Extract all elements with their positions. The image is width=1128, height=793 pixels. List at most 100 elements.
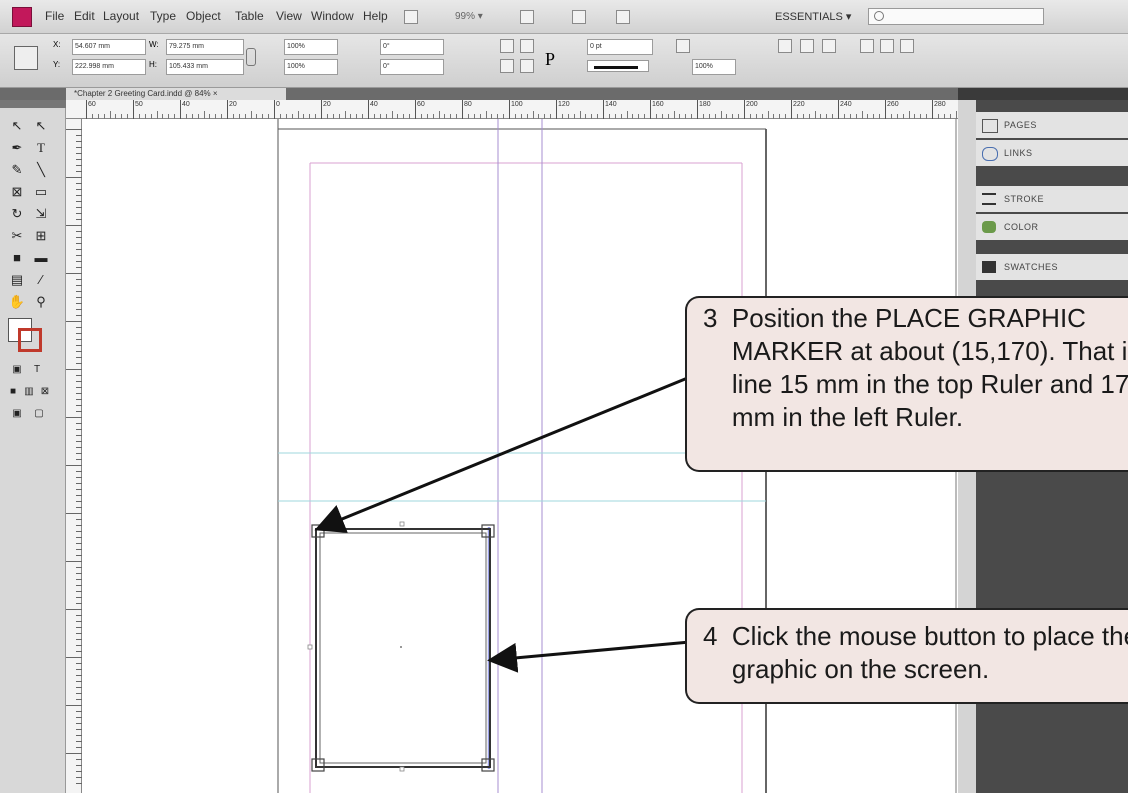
w-label: W:: [149, 40, 159, 49]
line-tool-icon[interactable]: ╲: [30, 160, 52, 180]
fill-stroke-swatch-icon[interactable]: [8, 318, 44, 354]
eyedropper-tool-icon[interactable]: ⁄: [30, 270, 52, 290]
flip-vertical-icon[interactable]: [520, 59, 534, 73]
document-tab[interactable]: *Chapter 2 Greeting Card.indd @ 84% ×: [66, 88, 286, 100]
ruler-minor-tick: [438, 111, 440, 119]
rotation-field[interactable]: 0°: [380, 39, 444, 55]
panel-links[interactable]: LINKS: [976, 140, 1128, 166]
ruler-tick: [66, 753, 82, 754]
ruler-major-tick: [415, 100, 416, 119]
ruler-major-tick: [274, 100, 275, 119]
scale-y-field[interactable]: 100%: [284, 59, 338, 75]
menu-table[interactable]: Table: [235, 9, 264, 23]
panel-pages-label: PAGES: [1004, 120, 1037, 130]
gradient-feather-tool-icon[interactable]: ▬: [30, 248, 52, 268]
ruler-tick: [66, 465, 82, 466]
ruler-minor-tick: [532, 111, 534, 119]
search-field[interactable]: [868, 8, 1044, 25]
zoom-dropdown[interactable]: 99% ▾: [455, 11, 483, 22]
workspace-switcher[interactable]: ESSENTIALS ▾: [775, 10, 851, 23]
menu-help[interactable]: Help: [363, 9, 388, 23]
screen-mode-icon[interactable]: [572, 10, 586, 24]
align-center-icon[interactable]: [800, 39, 814, 53]
ruler-tick: [66, 321, 82, 322]
height-field[interactable]: 105.433 mm: [166, 59, 244, 75]
distribute-bottom-icon[interactable]: [900, 39, 914, 53]
stroke-type-dropdown[interactable]: [587, 60, 649, 72]
x-position-field[interactable]: 54.607 mm: [72, 39, 146, 55]
note-tool-icon[interactable]: ▤: [6, 270, 28, 290]
ruler-minor-tick: [203, 111, 205, 119]
panel-swatches[interactable]: SWATCHES: [976, 254, 1128, 280]
align-left-icon[interactable]: [778, 39, 792, 53]
ruler-minor-tick: [579, 111, 581, 119]
pencil-tool-icon[interactable]: ✎: [6, 160, 28, 180]
y-position-field[interactable]: 222.998 mm: [72, 59, 146, 75]
reference-point-icon[interactable]: [14, 46, 38, 70]
scale-tool-icon[interactable]: ⇲: [30, 204, 52, 224]
opacity-field[interactable]: 100%: [692, 59, 736, 75]
rotate-cw-icon[interactable]: [500, 39, 514, 53]
callout-step-4: 4 Click the mouse button to place the gr…: [685, 608, 1128, 704]
formatting-text-icon[interactable]: T: [26, 360, 48, 380]
scale-x-field[interactable]: 100%: [284, 39, 338, 55]
arrange-documents-icon[interactable]: [616, 10, 630, 24]
flip-horizontal-icon[interactable]: [500, 59, 514, 73]
ruler-label: 180: [699, 101, 711, 108]
normal-view-icon[interactable]: ▣: [6, 404, 28, 424]
indesign-logo-icon[interactable]: [12, 7, 32, 27]
rotate-ccw-icon[interactable]: [520, 39, 534, 53]
ruler-minor-tick: [720, 111, 722, 119]
view-options-icon[interactable]: [520, 10, 534, 24]
align-right-icon[interactable]: [822, 39, 836, 53]
gradient-swatch-tool-icon[interactable]: ■: [6, 248, 28, 268]
width-field[interactable]: 79.275 mm: [166, 39, 244, 55]
rectangle-frame-tool-icon[interactable]: ⊠: [6, 182, 28, 202]
links-icon: [982, 147, 998, 161]
menu-view[interactable]: View: [276, 9, 302, 23]
ruler-label: 20: [323, 101, 331, 108]
free-transform-tool-icon[interactable]: ⊞: [30, 226, 52, 246]
apply-none-icon[interactable]: ⊠: [34, 382, 56, 402]
ruler-major-tick: [321, 100, 322, 119]
panel-color-label: COLOR: [1004, 222, 1039, 232]
panel-stroke-label: STROKE: [1004, 194, 1045, 204]
scissors-tool-icon[interactable]: ✂: [6, 226, 28, 246]
rectangle-tool-icon[interactable]: ▭: [30, 182, 52, 202]
horizontal-ruler[interactable]: 60 50 40 20 0 20 40 60 80 100 120 140 160 180 200 220 24…: [66, 100, 958, 119]
preview-mode-icon[interactable]: ▢: [28, 404, 50, 424]
bridge-icon[interactable]: [404, 10, 418, 24]
hand-tool-icon[interactable]: ✋: [6, 292, 28, 312]
document-tab-title: *Chapter 2 Greeting Card.indd @ 84% ×: [74, 89, 218, 98]
selection-tool-icon[interactable]: ↖: [6, 116, 28, 136]
distribute-top-icon[interactable]: [860, 39, 874, 53]
menu-file[interactable]: File: [45, 9, 64, 23]
fit-content-icon[interactable]: [676, 39, 690, 53]
panel-stroke[interactable]: STROKE: [976, 186, 1128, 212]
menu-type[interactable]: Type: [150, 9, 176, 23]
menu-object[interactable]: Object: [186, 9, 221, 23]
zoom-tool-icon[interactable]: ⚲: [30, 292, 52, 312]
constrain-proportions-icon[interactable]: [246, 48, 256, 66]
vertical-ruler[interactable]: [66, 119, 82, 793]
menu-layout[interactable]: Layout: [103, 9, 139, 23]
swatches-icon: [982, 261, 996, 273]
vertical-ruler-ticks: [66, 119, 82, 793]
ruler-major-tick: [838, 100, 839, 119]
menu-edit[interactable]: Edit: [74, 9, 95, 23]
menu-window[interactable]: Window: [311, 9, 354, 23]
ruler-label: 280: [934, 101, 946, 108]
rotate-tool-icon[interactable]: ↻: [6, 204, 28, 224]
type-tool-icon[interactable]: T: [30, 138, 52, 158]
panel-pages[interactable]: PAGES: [976, 112, 1128, 138]
menu-bar: File Edit Layout Type Object Table View …: [0, 0, 1128, 34]
formatting-container-icon[interactable]: ▣: [6, 360, 28, 380]
ruler-tick: [66, 609, 82, 610]
stroke-weight-field[interactable]: 0 pt: [587, 39, 653, 55]
callout-step-3: 3 Position the PLACE GRAPHIC MARKER at a…: [685, 296, 1128, 472]
pen-tool-icon[interactable]: ✒: [6, 138, 28, 158]
panel-color[interactable]: COLOR: [976, 214, 1128, 240]
shear-field[interactable]: 0°: [380, 59, 444, 75]
distribute-center-icon[interactable]: [880, 39, 894, 53]
direct-selection-tool-icon[interactable]: ↖: [30, 116, 52, 136]
